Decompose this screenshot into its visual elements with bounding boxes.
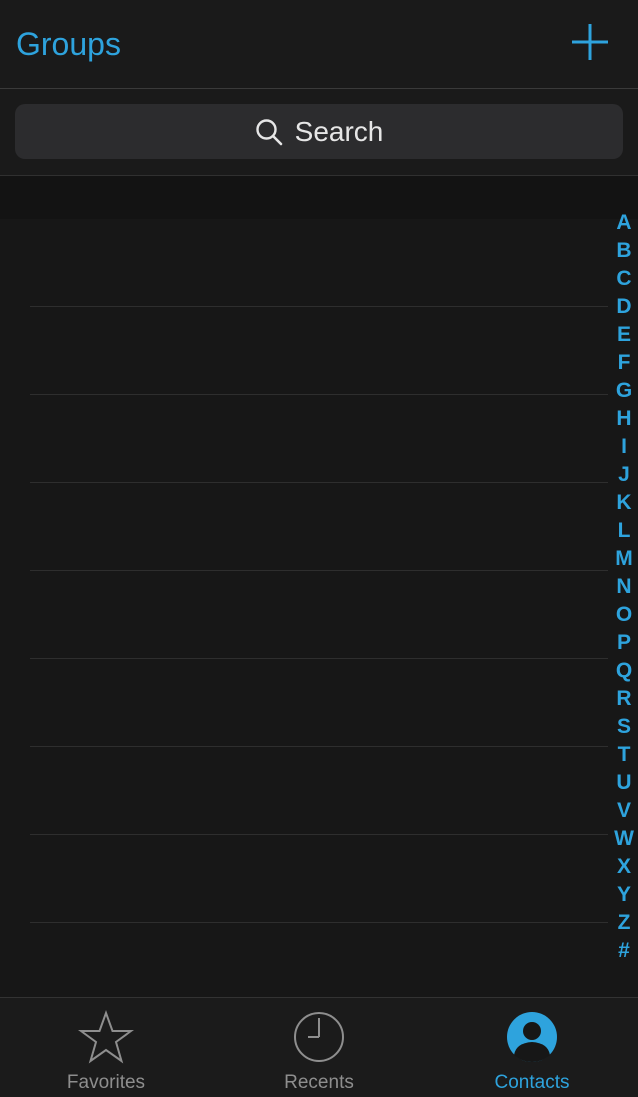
index-letter[interactable]: K (610, 489, 638, 517)
star-icon (78, 1010, 134, 1064)
index-letter[interactable]: X (610, 853, 638, 881)
tab-contacts[interactable]: Contacts (426, 998, 638, 1097)
index-letter[interactable]: Z (610, 909, 638, 937)
index-letter[interactable]: Y (610, 881, 638, 909)
index-letter[interactable]: W (610, 825, 638, 853)
index-letter[interactable]: H (610, 405, 638, 433)
index-letter[interactable]: T (610, 741, 638, 769)
tab-label: Contacts (494, 1072, 570, 1093)
add-contact-button[interactable] (568, 20, 612, 64)
index-letter[interactable]: V (610, 797, 638, 825)
list-item[interactable] (0, 923, 608, 997)
index-letter[interactable]: A (610, 209, 638, 237)
list-item[interactable] (0, 307, 608, 395)
index-letter[interactable]: F (610, 349, 638, 377)
index-letter[interactable]: P (610, 629, 638, 657)
list-item[interactable] (0, 395, 608, 483)
index-letter[interactable]: L (610, 517, 638, 545)
search-icon (255, 118, 282, 145)
section-index[interactable]: A B C D E F G H I J K L M N O P Q R S T U V W X Y Z # (610, 209, 638, 965)
index-letter[interactable]: # (610, 937, 638, 965)
tab-label: Recents (284, 1072, 354, 1093)
tab-label: Favorites (66, 1072, 146, 1093)
index-letter[interactable]: S (610, 713, 638, 741)
section-header (0, 176, 638, 219)
tab-favorites[interactable]: Favorites (0, 998, 212, 1097)
index-letter[interactable]: G (610, 377, 638, 405)
search-bar-container: Search (0, 89, 638, 176)
index-letter[interactable]: M (610, 545, 638, 573)
index-letter[interactable]: R (610, 685, 638, 713)
navigation-bar: Groups (0, 0, 638, 89)
index-letter[interactable]: N (610, 573, 638, 601)
index-letter[interactable]: Q (610, 657, 638, 685)
list-item[interactable] (0, 219, 608, 307)
list-item[interactable] (0, 747, 608, 835)
list-item[interactable] (0, 571, 608, 659)
tab-bar: Favorites Recents Contacts (0, 997, 638, 1097)
search-input[interactable]: Search (15, 104, 623, 159)
index-letter[interactable]: C (610, 265, 638, 293)
list-item[interactable] (0, 835, 608, 923)
contacts-list[interactable] (0, 219, 608, 997)
index-letter[interactable]: I (610, 433, 638, 461)
list-item[interactable] (0, 659, 608, 747)
index-letter[interactable]: E (610, 321, 638, 349)
tab-recents[interactable]: Recents (213, 998, 425, 1097)
index-letter[interactable]: J (610, 461, 638, 489)
clock-icon (294, 1012, 344, 1062)
index-letter[interactable]: U (610, 769, 638, 797)
index-letter[interactable]: D (610, 293, 638, 321)
index-letter[interactable]: O (610, 601, 638, 629)
index-letter[interactable]: B (610, 237, 638, 265)
search-placeholder: Search (294, 115, 384, 147)
plus-icon (572, 24, 608, 60)
contacts-icon (507, 1012, 557, 1062)
groups-button[interactable]: Groups (16, 26, 121, 62)
list-item[interactable] (0, 483, 608, 571)
